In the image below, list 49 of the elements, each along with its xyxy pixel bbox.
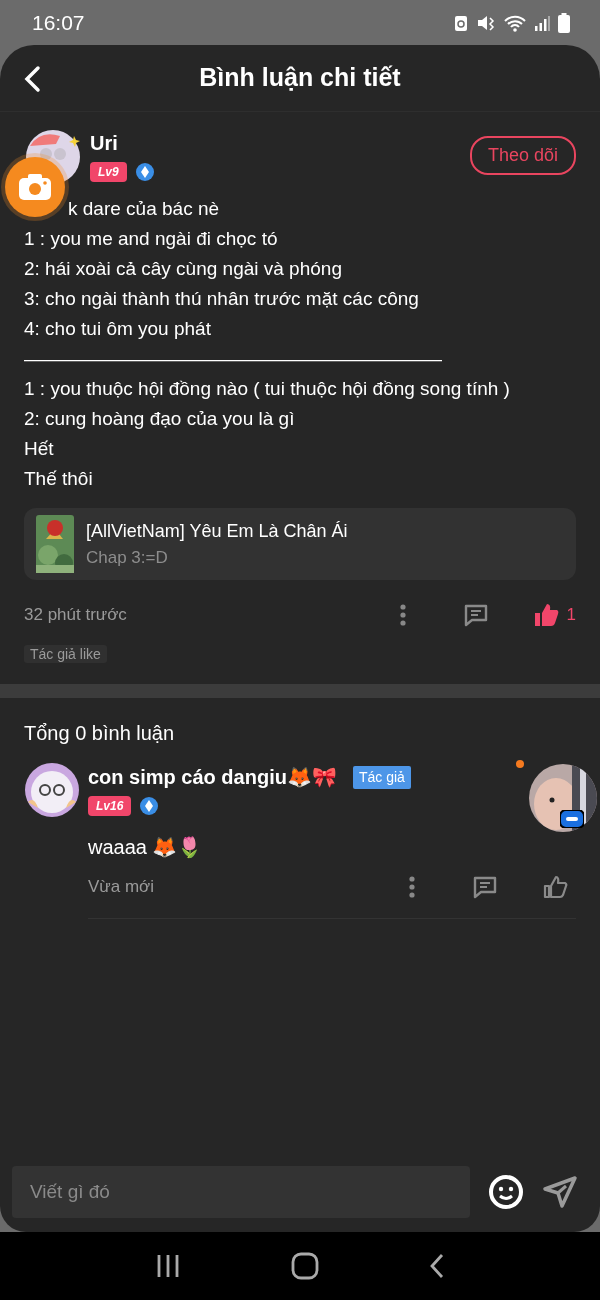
chat-app-icon	[560, 810, 584, 828]
comment-text: 1 : you me and ngài đi chọc tó	[24, 227, 279, 251]
comment-text: k dare của bác nè	[67, 197, 221, 221]
recent-apps-icon[interactable]	[155, 1253, 181, 1279]
comment-text: 2: cung hoàng đạo của you là gì	[24, 407, 296, 431]
replies-count: Tổng 0 bình luận	[24, 722, 175, 744]
back-icon[interactable]	[429, 1253, 445, 1279]
home-icon[interactable]	[291, 1252, 319, 1280]
post-time: 32 phút trước	[24, 604, 128, 627]
send-icon[interactable]	[542, 1175, 578, 1209]
divider-line: ——————————————————————	[24, 347, 443, 371]
story-card[interactable]: [AllVietNam] Yêu Em Là Chân Ái Chap 3:=D	[24, 508, 576, 580]
username: Uri	[90, 131, 119, 156]
wifi-icon	[504, 13, 526, 32]
comment-text: Hết	[24, 437, 55, 461]
reply-text: waaaa 🦊🌷	[88, 835, 204, 860]
comment-input[interactable]: Viết gì đó	[12, 1166, 470, 1218]
follow-button[interactable]: Theo dõi	[469, 136, 576, 175]
chapter-label: Chap 3:=D	[86, 546, 169, 569]
notification-dot	[516, 760, 524, 768]
comment-text: 2: hái xoài cả cây cùng ngài và phóng	[24, 257, 343, 281]
author-badge: Tác giả	[352, 765, 411, 789]
like-count: 1	[566, 604, 576, 627]
level-badge: Lv9	[90, 162, 127, 182]
signal-icon	[534, 13, 550, 32]
status-time: 16:07	[32, 9, 85, 36]
more-icon[interactable]	[408, 875, 416, 899]
back-icon[interactable]	[22, 65, 42, 93]
avatar-drawing	[24, 762, 80, 818]
emoji-icon[interactable]	[488, 1174, 524, 1210]
comment-text: 3: cho ngài thành thú nhân trước mặt các công	[24, 287, 420, 311]
reply-time: Vừa mới	[88, 876, 155, 899]
like-icon[interactable]	[542, 874, 568, 900]
reply-icon[interactable]	[472, 874, 498, 900]
battery-icon	[558, 12, 570, 33]
story-title: [AllVietNam] Yêu Em Là Chân Ái	[86, 519, 348, 543]
more-icon[interactable]	[398, 603, 407, 627]
camera-icon	[18, 173, 52, 201]
comment-text: 4: cho tui ôm you phát	[24, 317, 212, 341]
reply-icon[interactable]	[462, 602, 489, 628]
comment-text: 1 : you thuộc hội đồng nào ( tui thuộc hội đồng song tính )	[24, 377, 511, 401]
username: con simp cáo dangiu🦊🎀	[88, 765, 337, 790]
page-title: Bình luận chi tiết	[199, 62, 401, 94]
camera-button[interactable]	[5, 157, 65, 217]
comment-text: Thế thôi	[24, 467, 94, 491]
author-like-tag: Tác giả like	[24, 645, 107, 663]
mute-icon	[476, 13, 496, 32]
like-icon[interactable]	[532, 602, 559, 628]
level-badge: Lv16	[88, 796, 132, 816]
